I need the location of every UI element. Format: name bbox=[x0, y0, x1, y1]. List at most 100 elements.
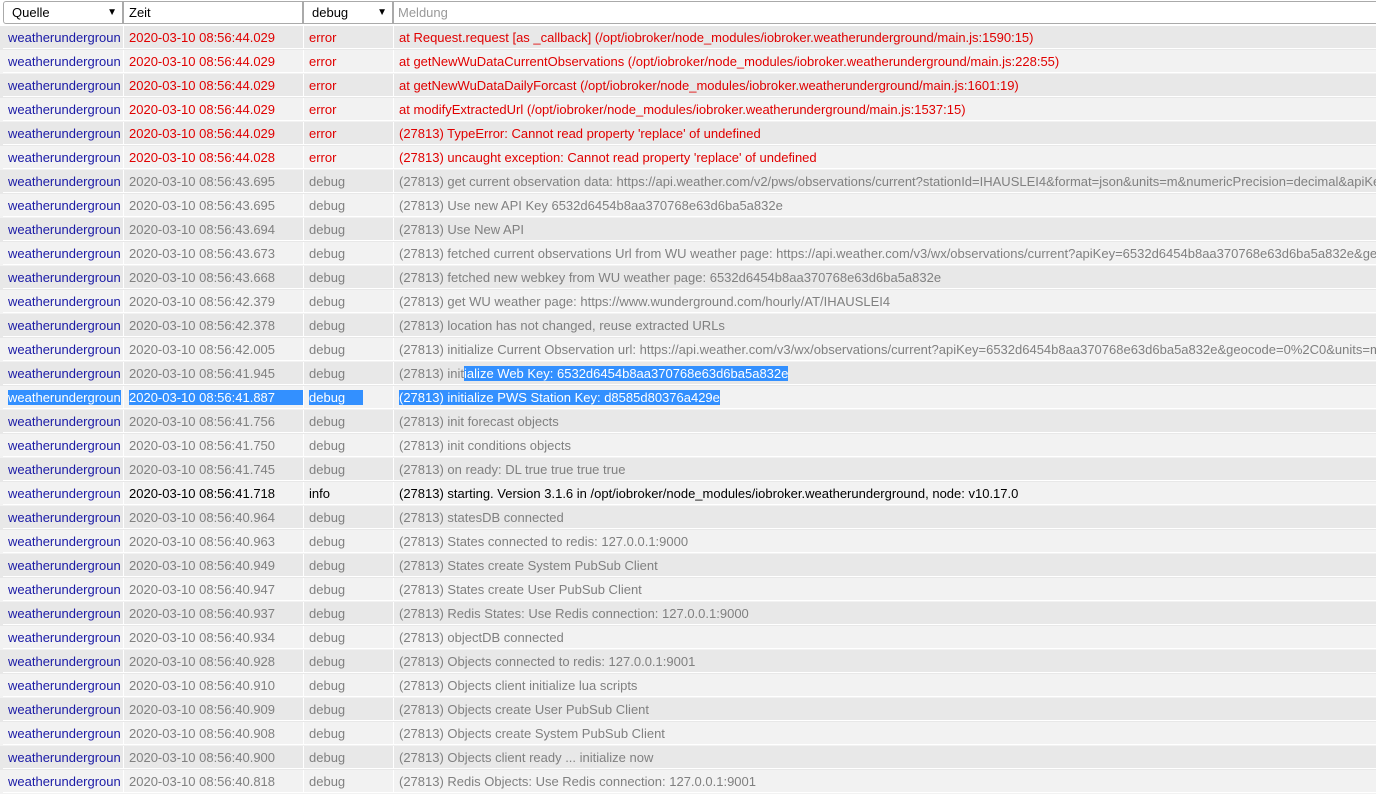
level-cell-text: debug bbox=[309, 198, 346, 213]
level-cell: debug bbox=[303, 770, 393, 793]
level-cell: debug bbox=[303, 266, 393, 289]
table-row[interactable]: weatherundergroun 2020-03-10 08:56:44.029… bbox=[0, 50, 1376, 74]
message-cell: (27813) Redis Objects: Use Redis connect… bbox=[393, 770, 1376, 793]
source-cell: weatherundergroun bbox=[3, 26, 123, 49]
message-cell-text: (27813) Objects create User PubSub Clien… bbox=[399, 702, 650, 717]
level-cell-text: debug bbox=[309, 414, 346, 429]
level-cell-text: debug bbox=[309, 678, 346, 693]
table-row[interactable]: weatherundergroun 2020-03-10 08:56:43.695… bbox=[0, 170, 1376, 194]
source-cell-text: weatherundergroun bbox=[8, 462, 121, 477]
source-cell: weatherundergroun bbox=[3, 458, 123, 481]
table-row[interactable]: weatherundergroun 2020-03-10 08:56:44.029… bbox=[0, 26, 1376, 50]
table-row[interactable]: weatherundergroun 2020-03-10 08:56:40.964… bbox=[0, 506, 1376, 530]
source-cell: weatherundergroun bbox=[3, 362, 123, 385]
message-cell: (27813) Redis States: Use Redis connecti… bbox=[393, 602, 1376, 625]
level-cell-text: debug bbox=[309, 366, 346, 381]
table-row[interactable]: weatherundergroun 2020-03-10 08:56:41.887… bbox=[0, 386, 1376, 410]
time-cell-text: 2020-03-10 08:56:41.750 bbox=[129, 438, 276, 453]
source-cell: weatherundergroun bbox=[3, 386, 123, 409]
table-row[interactable]: weatherundergroun 2020-03-10 08:56:44.029… bbox=[0, 98, 1376, 122]
table-row[interactable]: weatherundergroun 2020-03-10 08:56:42.378… bbox=[0, 314, 1376, 338]
source-cell-text: weatherundergroun bbox=[8, 78, 121, 93]
table-row[interactable]: weatherundergroun 2020-03-10 08:56:40.909… bbox=[0, 698, 1376, 722]
table-row[interactable]: weatherundergroun 2020-03-10 08:56:43.695… bbox=[0, 194, 1376, 218]
level-cell: debug bbox=[303, 218, 393, 241]
source-cell-text: weatherundergroun bbox=[8, 486, 121, 501]
source-cell: weatherundergroun bbox=[3, 482, 123, 505]
source-cell: weatherundergroun bbox=[3, 434, 123, 457]
message-cell: (27813) fetched new webkey from WU weath… bbox=[393, 266, 1376, 289]
table-row[interactable]: weatherundergroun 2020-03-10 08:56:42.005… bbox=[0, 338, 1376, 362]
message-cell: at Request.request [as _callback] (/opt/… bbox=[393, 26, 1376, 49]
time-column-header[interactable]: Zeit bbox=[123, 1, 303, 24]
time-cell: 2020-03-10 08:56:40.964 bbox=[123, 506, 303, 529]
time-cell-text: 2020-03-10 08:56:43.668 bbox=[129, 270, 276, 285]
table-row[interactable]: weatherundergroun 2020-03-10 08:56:44.029… bbox=[0, 74, 1376, 98]
level-cell-text: debug bbox=[309, 462, 346, 477]
table-row[interactable]: weatherundergroun 2020-03-10 08:56:41.745… bbox=[0, 458, 1376, 482]
message-cell: at getNewWuDataDailyForcast (/opt/iobrok… bbox=[393, 74, 1376, 97]
level-cell-text: debug bbox=[309, 342, 346, 357]
table-row[interactable]: weatherundergroun 2020-03-10 08:56:40.818… bbox=[0, 770, 1376, 794]
message-cell-text: (27813) init conditions objects bbox=[399, 438, 571, 453]
level-cell: error bbox=[303, 26, 393, 49]
table-row[interactable]: weatherundergroun 2020-03-10 08:56:41.750… bbox=[0, 434, 1376, 458]
level-cell: debug bbox=[303, 434, 393, 457]
chevron-down-icon[interactable]: ▼ bbox=[107, 2, 117, 23]
table-row[interactable]: weatherundergroun 2020-03-10 08:56:40.928… bbox=[0, 650, 1376, 674]
table-row[interactable]: weatherundergroun 2020-03-10 08:56:41.945… bbox=[0, 362, 1376, 386]
source-cell: weatherundergroun bbox=[3, 266, 123, 289]
table-row[interactable]: weatherundergroun 2020-03-10 08:56:41.756… bbox=[0, 410, 1376, 434]
message-filter-input[interactable]: Meldung bbox=[393, 1, 1376, 24]
table-row[interactable]: weatherundergroun 2020-03-10 08:56:40.947… bbox=[0, 578, 1376, 602]
table-row[interactable]: weatherundergroun 2020-03-10 08:56:40.910… bbox=[0, 674, 1376, 698]
time-cell: 2020-03-10 08:56:41.887 bbox=[123, 386, 303, 409]
table-row[interactable]: weatherundergroun 2020-03-10 08:56:43.694… bbox=[0, 218, 1376, 242]
message-cell-text: (27813) initialize PWS Station Key: d858… bbox=[399, 390, 720, 405]
table-row[interactable]: weatherundergroun 2020-03-10 08:56:43.668… bbox=[0, 266, 1376, 290]
level-cell-text: debug bbox=[309, 294, 346, 309]
table-row[interactable]: weatherundergroun 2020-03-10 08:56:42.379… bbox=[0, 290, 1376, 314]
table-row[interactable]: weatherundergroun 2020-03-10 08:56:40.963… bbox=[0, 530, 1376, 554]
table-row[interactable]: weatherundergroun 2020-03-10 08:56:40.937… bbox=[0, 602, 1376, 626]
message-cell: (27813) Objects create User PubSub Clien… bbox=[393, 698, 1376, 721]
time-cell: 2020-03-10 08:56:43.694 bbox=[123, 218, 303, 241]
time-cell-text: 2020-03-10 08:56:40.963 bbox=[129, 534, 276, 549]
source-cell-text: weatherundergroun bbox=[8, 150, 121, 165]
table-row[interactable]: weatherundergroun 2020-03-10 08:56:40.900… bbox=[0, 746, 1376, 770]
level-cell-text: debug bbox=[309, 558, 346, 573]
level-filter-select[interactable]: debug ▼ bbox=[303, 1, 393, 24]
level-cell: debug bbox=[303, 506, 393, 529]
source-cell-text: weatherundergroun bbox=[8, 654, 121, 669]
table-row[interactable]: weatherundergroun 2020-03-10 08:56:44.028… bbox=[0, 146, 1376, 170]
level-cell-text: error bbox=[309, 30, 337, 45]
time-cell: 2020-03-10 08:56:41.945 bbox=[123, 362, 303, 385]
message-cell-text: (27813) fetched new webkey from WU weath… bbox=[399, 270, 942, 285]
chevron-down-icon[interactable]: ▼ bbox=[377, 2, 387, 23]
table-row[interactable]: weatherundergroun 2020-03-10 08:56:40.949… bbox=[0, 554, 1376, 578]
table-row[interactable]: weatherundergroun 2020-03-10 08:56:44.029… bbox=[0, 122, 1376, 146]
time-cell: 2020-03-10 08:56:40.908 bbox=[123, 722, 303, 745]
level-cell: debug bbox=[303, 194, 393, 217]
level-cell-text: debug bbox=[309, 774, 346, 789]
source-cell-text: weatherundergroun bbox=[8, 390, 121, 405]
source-cell-text: weatherundergroun bbox=[8, 630, 121, 645]
time-cell: 2020-03-10 08:56:44.029 bbox=[123, 74, 303, 97]
source-cell-text: weatherundergroun bbox=[8, 678, 121, 693]
table-row[interactable]: weatherundergroun 2020-03-10 08:56:40.908… bbox=[0, 722, 1376, 746]
message-cell-text: (27813) Use new API Key 6532d6454b8aa370… bbox=[399, 198, 783, 213]
source-filter-select[interactable]: Quelle ▼ bbox=[3, 1, 123, 24]
message-cell-text: (27813) States create User PubSub Client bbox=[399, 582, 642, 597]
level-cell-text: debug bbox=[309, 606, 346, 621]
time-cell: 2020-03-10 08:56:44.029 bbox=[123, 98, 303, 121]
source-cell-text: weatherundergroun bbox=[8, 366, 121, 381]
time-cell-text: 2020-03-10 08:56:41.718 bbox=[129, 486, 276, 501]
message-cell: (27813) objectDB connected bbox=[393, 626, 1376, 649]
table-row[interactable]: weatherundergroun 2020-03-10 08:56:41.718… bbox=[0, 482, 1376, 506]
time-cell-text: 2020-03-10 08:56:41.887 bbox=[129, 390, 303, 405]
source-cell-text: weatherundergroun bbox=[8, 126, 121, 141]
time-cell-text: 2020-03-10 08:56:40.949 bbox=[129, 558, 276, 573]
table-row[interactable]: weatherundergroun 2020-03-10 08:56:40.934… bbox=[0, 626, 1376, 650]
source-cell: weatherundergroun bbox=[3, 410, 123, 433]
table-row[interactable]: weatherundergroun 2020-03-10 08:56:43.673… bbox=[0, 242, 1376, 266]
